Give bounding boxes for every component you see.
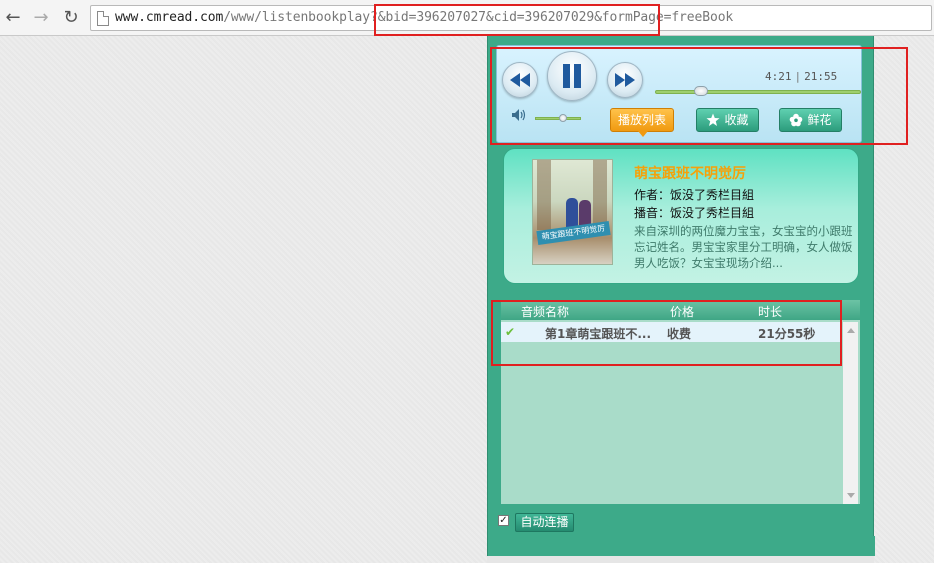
scroll-up-icon[interactable] xyxy=(847,328,855,333)
widget-footer xyxy=(488,536,875,556)
pause-button[interactable] xyxy=(547,51,597,101)
chapter-list: 音频名称 价格 时长 ✔ 第1章萌宝跟班不... 收费 21分55秒 xyxy=(501,300,860,504)
chapter-price: 收费 xyxy=(667,327,692,341)
collect-label: 收藏 xyxy=(724,113,749,127)
fast-forward-icon xyxy=(615,73,635,87)
rewind-icon xyxy=(510,73,530,87)
chapter-row[interactable]: ✔ 第1章萌宝跟班不... 收费 21分55秒 xyxy=(501,322,842,342)
header-name: 音频名称 xyxy=(521,305,570,319)
time-display: 4:21 | 21:55 xyxy=(765,70,837,83)
progress-thumb[interactable] xyxy=(694,86,708,96)
flower-icon xyxy=(790,113,803,127)
cover-tree xyxy=(593,160,607,230)
url-text[interactable]: www.cmread.com/www/listenbookplay?&bid=3… xyxy=(115,10,733,25)
flower-label: 鲜花 xyxy=(807,113,832,127)
autoplay-checkbox[interactable]: ✓ xyxy=(498,515,509,526)
volume-thumb[interactable] xyxy=(559,114,567,122)
widget-bottom-edge xyxy=(487,556,874,563)
collect-button[interactable]: 收藏 xyxy=(696,108,759,132)
reload-icon[interactable]: ↻ xyxy=(61,8,81,28)
list-scrollbar[interactable] xyxy=(843,322,858,504)
progress-bar[interactable] xyxy=(655,86,861,96)
volume-slider[interactable] xyxy=(535,114,581,122)
book-info-card: 萌宝跟班不明觉厉 萌宝跟班不明觉厉 作者：饭没了秀栏目組 播音：饭没了秀栏目組 … xyxy=(503,148,859,284)
playlist-label: 播放列表 xyxy=(617,113,666,127)
address-bar[interactable]: www.cmread.com/www/listenbookplay?&bid=3… xyxy=(90,5,932,31)
audio-player-widget: 4:21 | 21:55 播放列表 收藏 鲜花 萌宝跟班不明觉厉 萌宝跟班不明觉… xyxy=(487,36,875,556)
book-title[interactable]: 萌宝跟班不明觉厉 xyxy=(634,163,746,183)
page-icon xyxy=(97,11,109,26)
autoplay-button[interactable]: 自动连播 xyxy=(515,513,574,532)
arrow-left-icon[interactable]: ← xyxy=(3,8,23,28)
book-description: 来自深圳的两位魔力宝宝，女宝宝的小跟班忘记姓名。男宝宝家里分工明确，女人做饭男人… xyxy=(634,224,853,270)
current-time: 4:21 xyxy=(765,70,792,83)
pause-icon xyxy=(563,64,581,88)
player-controls: 4:21 | 21:55 播放列表 收藏 鲜花 xyxy=(496,45,862,143)
total-time: 21:55 xyxy=(804,70,838,83)
cover-tree xyxy=(537,160,551,230)
flower-button[interactable]: 鲜花 xyxy=(779,108,842,132)
volume-icon[interactable] xyxy=(511,108,527,122)
list-header: 音频名称 价格 时长 xyxy=(501,300,860,320)
book-narrator: 播音：饭没了秀栏目組 xyxy=(634,206,755,220)
arrow-right-icon[interactable]: → xyxy=(31,8,51,28)
url-domain: www.cmread.com xyxy=(115,10,224,25)
url-path: /www/listenbookplay?&bid=396207027&cid=3… xyxy=(223,10,734,25)
chapter-duration: 21分55秒 xyxy=(758,327,816,341)
fast-forward-button[interactable] xyxy=(607,62,643,98)
scroll-down-icon[interactable] xyxy=(847,493,855,498)
played-check-icon: ✔ xyxy=(505,325,516,339)
playlist-button[interactable]: 播放列表 xyxy=(610,108,674,137)
book-cover-image: 萌宝跟班不明觉厉 xyxy=(532,159,613,265)
header-price: 价格 xyxy=(670,305,695,319)
rewind-button[interactable] xyxy=(502,62,538,98)
time-separator: | xyxy=(794,70,802,83)
star-icon xyxy=(706,113,720,126)
browser-toolbar: ← → ↻ www.cmread.com/www/listenbookplay?… xyxy=(0,0,934,36)
chapter-name: 第1章萌宝跟班不... xyxy=(545,327,652,341)
header-duration: 时长 xyxy=(758,305,783,319)
book-author: 作者：饭没了秀栏目組 xyxy=(634,188,755,202)
